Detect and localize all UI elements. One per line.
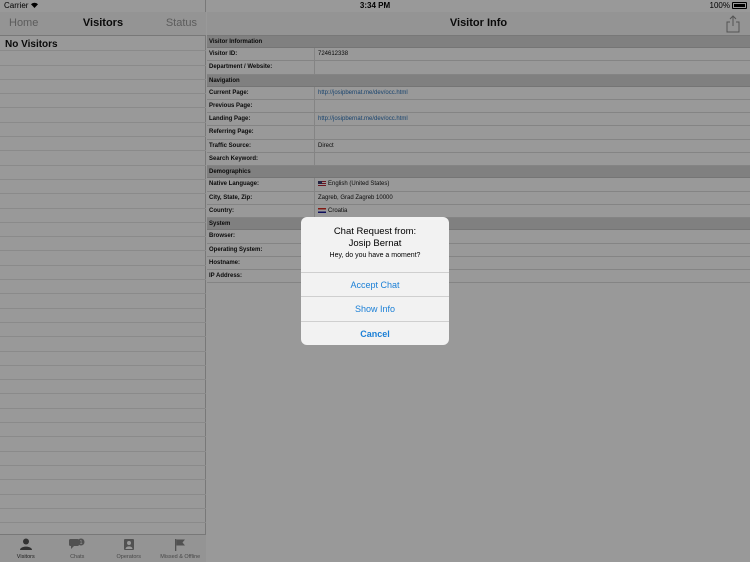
alert-message: Hey, do you have a moment? [329,252,421,259]
battery-icon [732,2,747,9]
show-info-button[interactable]: Show Info [301,296,449,320]
clock: 3:34 PM [359,1,391,10]
battery-percent: 100% [709,1,730,10]
status-bar: Carrier 3:34 PM 100% [0,0,750,12]
alert-title-line2: Josip Bernat [348,238,402,249]
cancel-button[interactable]: Cancel [301,320,449,345]
alert-header: Chat Request from: Josip Bernat Hey, do … [301,217,449,272]
alert-title-line1: Chat Request from: [333,226,417,237]
accept-chat-button[interactable]: Accept Chat [301,272,449,296]
chat-request-alert: Chat Request from: Josip Bernat Hey, do … [301,217,449,345]
